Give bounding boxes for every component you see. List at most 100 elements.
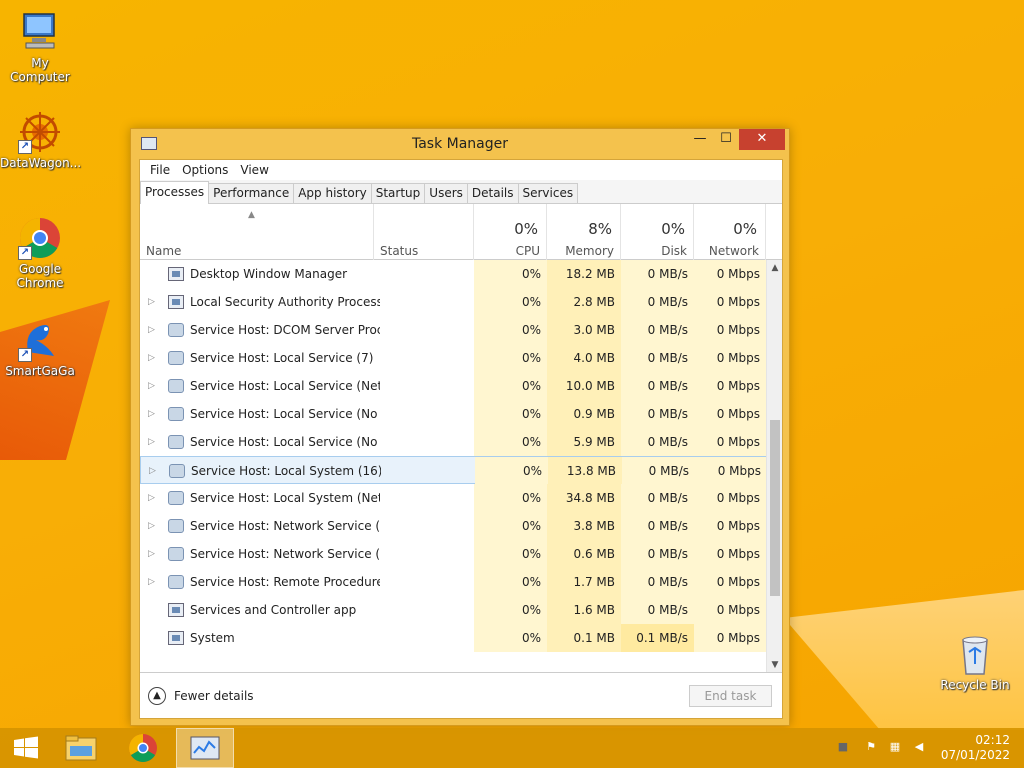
gear-icon bbox=[168, 323, 184, 337]
process-disk: 0.1 MB/s bbox=[621, 624, 694, 652]
table-row[interactable]: ▷ Service Host: Network Service (4) 0% 3.8 … bbox=[140, 512, 766, 540]
maximize-button[interactable]: ☐ bbox=[713, 129, 739, 150]
computer-icon bbox=[18, 10, 62, 54]
menu-view[interactable]: View bbox=[234, 160, 274, 180]
menu-file[interactable]: File bbox=[144, 160, 176, 180]
table-row[interactable]: ▷ Local Security Authority Process... 0% 2.… bbox=[140, 288, 766, 316]
desktop-icon-smartgaga[interactable]: ↗ SmartGaGa bbox=[0, 318, 80, 378]
expand-chevron-icon[interactable]: ▷ bbox=[148, 344, 160, 372]
memory-total: 8% bbox=[588, 220, 612, 238]
scroll-thumb[interactable] bbox=[770, 420, 780, 596]
tab-processes[interactable]: Processes bbox=[140, 181, 210, 204]
task-manager-window: Task Manager — ☐ ✕ File Options View Pro… bbox=[130, 128, 790, 726]
network-icon[interactable]: ▦ bbox=[888, 740, 902, 754]
footer-bar: ▲ Fewer details End task bbox=[140, 672, 782, 718]
gear-icon bbox=[168, 407, 184, 421]
process-disk: 0 MB/s bbox=[621, 596, 694, 624]
column-name[interactable]: ▲ Name bbox=[140, 204, 374, 260]
process-disk: 0 MB/s bbox=[621, 428, 694, 456]
title-bar[interactable]: Task Manager — ☐ ✕ bbox=[131, 129, 789, 159]
end-task-button[interactable]: End task bbox=[689, 685, 772, 707]
show-desktop-icon[interactable]: ■ bbox=[836, 740, 850, 754]
expand-chevron-icon[interactable]: ▷ bbox=[149, 457, 161, 485]
process-disk: 0 MB/s bbox=[621, 512, 694, 540]
process-disk: 0 MB/s bbox=[621, 568, 694, 596]
expand-chevron-icon[interactable]: ▷ bbox=[148, 512, 160, 540]
process-network: 0 Mbps bbox=[694, 428, 766, 456]
column-cpu[interactable]: 0% CPU bbox=[474, 204, 547, 260]
window-icon bbox=[168, 295, 184, 309]
taskbar-task-manager[interactable] bbox=[176, 728, 234, 768]
tab-performance[interactable]: Performance bbox=[208, 183, 295, 203]
table-row[interactable]: ▷ Service Host: Local Service (Net... 0% 10… bbox=[140, 372, 766, 400]
fewer-details-button[interactable]: ▲ Fewer details bbox=[148, 687, 254, 705]
tab-users[interactable]: Users bbox=[424, 183, 468, 203]
expand-chevron-icon[interactable] bbox=[148, 596, 160, 624]
table-row[interactable]: ▷ Service Host: Remote Procedure... 0% 1.7 … bbox=[140, 568, 766, 596]
desktop-icon-chrome[interactable]: ↗ Google Chrome bbox=[0, 216, 80, 290]
table-row[interactable]: ▷ Service Host: Local Service (No ... 0% 5.… bbox=[140, 428, 766, 456]
process-name: Service Host: Local Service (No I... bbox=[190, 407, 380, 421]
table-row[interactable]: ▷ Service Host: DCOM Server Proc... 0% 3.0 … bbox=[140, 316, 766, 344]
desktop-icon-label: Recycle Bin bbox=[940, 678, 1010, 692]
expand-chevron-icon[interactable]: ▷ bbox=[148, 484, 160, 512]
table-row[interactable]: ▷ Service Host: Local Service (No I... 0% 0… bbox=[140, 400, 766, 428]
table-row[interactable]: ▷ Service Host: Network Service (... 0% 0.6… bbox=[140, 540, 766, 568]
expand-chevron-icon[interactable]: ▷ bbox=[148, 568, 160, 596]
column-memory[interactable]: 8% Memory bbox=[547, 204, 621, 260]
table-row[interactable]: System 0% 0.1 MB 0.1 MB/s 0 Mbps bbox=[140, 624, 766, 652]
expand-chevron-icon[interactable]: ▷ bbox=[148, 428, 160, 456]
column-disk[interactable]: 0% Disk bbox=[621, 204, 694, 260]
close-button[interactable]: ✕ bbox=[739, 129, 785, 150]
table-row[interactable]: Desktop Window Manager 0% 18.2 MB 0 MB/s 0 M… bbox=[140, 260, 766, 288]
process-network: 0 Mbps bbox=[694, 288, 766, 316]
desktop-icon-my-computer[interactable]: My Computer bbox=[0, 10, 80, 84]
table-row[interactable]: ▷ Service Host: Local System (16) 0% 13.8 M… bbox=[140, 456, 766, 485]
minimize-button[interactable]: — bbox=[687, 129, 713, 150]
expand-chevron-icon[interactable] bbox=[148, 624, 160, 652]
column-status[interactable]: Status bbox=[374, 204, 474, 260]
start-button[interactable] bbox=[0, 728, 54, 768]
desktop-icon-datawagon[interactable]: ↗ DataWagon... bbox=[0, 110, 81, 170]
process-name: Service Host: Local Service (Net... bbox=[190, 379, 380, 393]
datawagon-icon: ↗ bbox=[18, 110, 62, 154]
expand-chevron-icon[interactable]: ▷ bbox=[148, 540, 160, 568]
tab-strip: Processes Performance App history Startu… bbox=[140, 180, 782, 204]
taskbar-clock[interactable]: 02:12 07/01/2022 bbox=[940, 733, 1010, 763]
expand-chevron-icon[interactable] bbox=[148, 260, 160, 288]
table-row[interactable]: ▷ Service Host: Local Service (7) 0% 4.0 MB… bbox=[140, 344, 766, 372]
taskbar-file-explorer[interactable] bbox=[54, 728, 108, 768]
action-center-flag-icon[interactable]: ⚑ bbox=[864, 740, 878, 754]
taskbar-chrome[interactable] bbox=[116, 728, 170, 768]
scroll-down-icon[interactable]: ▼ bbox=[767, 657, 783, 673]
expand-chevron-icon[interactable]: ▷ bbox=[148, 316, 160, 344]
tab-startup[interactable]: Startup bbox=[370, 183, 426, 203]
process-memory: 2.8 MB bbox=[547, 288, 621, 316]
menu-options[interactable]: Options bbox=[176, 160, 234, 180]
tab-app-history[interactable]: App history bbox=[293, 183, 372, 203]
desktop-icon-recycle-bin[interactable]: Recycle Bin bbox=[935, 632, 1015, 692]
tab-services[interactable]: Services bbox=[517, 183, 579, 203]
tab-details[interactable]: Details bbox=[466, 183, 519, 203]
column-header: ▲ Name Status 0% CPU 8% Memory 0% Disk 0… bbox=[140, 204, 782, 260]
expand-chevron-icon[interactable]: ▷ bbox=[148, 288, 160, 316]
column-network[interactable]: 0% Network bbox=[694, 204, 766, 260]
process-disk: 0 MB/s bbox=[621, 540, 694, 568]
network-total: 0% bbox=[733, 220, 757, 238]
scroll-up-icon[interactable]: ▲ bbox=[767, 260, 783, 276]
table-row[interactable]: Services and Controller app 0% 1.6 MB 0 MB/… bbox=[140, 596, 766, 624]
window-icon bbox=[168, 267, 184, 281]
desktop-icon-label: Google Chrome bbox=[16, 262, 64, 290]
process-network: 0 Mbps bbox=[694, 372, 766, 400]
expand-chevron-icon[interactable]: ▷ bbox=[148, 400, 160, 428]
volume-muted-icon[interactable]: ◀ bbox=[912, 740, 926, 754]
process-disk: 0 MB/s bbox=[621, 484, 694, 512]
process-cpu: 0% bbox=[474, 316, 547, 344]
process-disk: 0 MB/s bbox=[621, 316, 694, 344]
process-cpu: 0% bbox=[474, 540, 547, 568]
vertical-scrollbar[interactable]: ▲ ▼ bbox=[766, 260, 782, 673]
table-row[interactable]: ▷ Service Host: Local System (Net... 0% 34.… bbox=[140, 484, 766, 512]
process-cpu: 0% bbox=[474, 596, 547, 624]
process-network: 0 Mbps bbox=[694, 484, 766, 512]
expand-chevron-icon[interactable]: ▷ bbox=[148, 372, 160, 400]
